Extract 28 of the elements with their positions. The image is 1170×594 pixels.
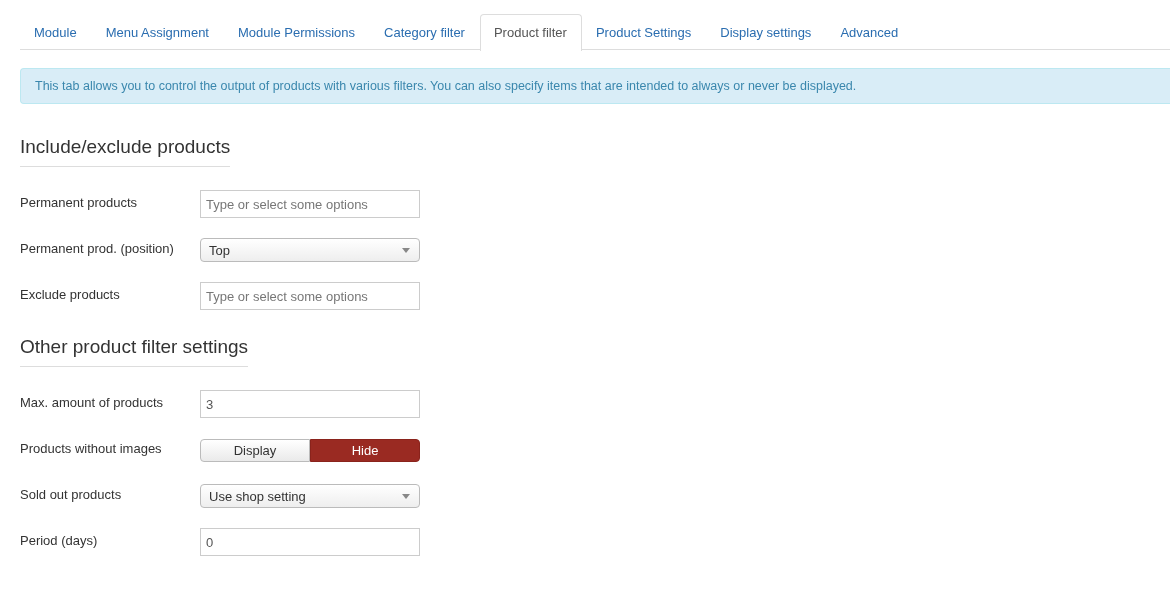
caret-icon: [402, 247, 410, 253]
input-field[interactable]: 0: [200, 528, 420, 556]
input-field[interactable]: 3: [200, 390, 420, 418]
tab[interactable]: Product filter: [479, 14, 582, 51]
tab[interactable]: Product Settings: [581, 14, 707, 50]
field-label: Permanent products: [20, 194, 139, 210]
field-label: Permanent prod. (position): [20, 240, 175, 256]
tab[interactable]: Menu Assignment: [91, 14, 224, 50]
section-heading: Other product filter settings: [20, 336, 249, 367]
alert-text: This tab allows you to control the output of products with various filters. You can also specify items that are intended to always or never be displayed.: [35, 79, 857, 93]
input-field[interactable]: Type or select some options: [200, 190, 420, 218]
select-dropdown[interactable]: Use shop setting: [200, 484, 420, 508]
tab[interactable]: Module: [20, 14, 92, 50]
toggle-button[interactable]: Hide: [310, 438, 420, 462]
tab[interactable]: Advanced: [826, 14, 914, 50]
field-label: Products without images: [20, 440, 163, 456]
input-field[interactable]: Type or select some options: [200, 282, 420, 310]
field-label: Period (days): [20, 532, 99, 548]
select-dropdown[interactable]: Top: [200, 238, 420, 262]
field-label: Sold out products: [20, 486, 123, 502]
section-heading: Include/exclude products: [20, 136, 231, 167]
field-label: Exclude products: [20, 286, 121, 302]
field-label: Max. amount of products: [20, 394, 165, 410]
caret-icon: [402, 493, 410, 499]
tab[interactable]: Category filter: [370, 14, 480, 50]
tab[interactable]: Display settings: [706, 14, 827, 50]
toggle-button[interactable]: Display: [200, 438, 310, 462]
tab[interactable]: Module Permissions: [224, 14, 371, 50]
